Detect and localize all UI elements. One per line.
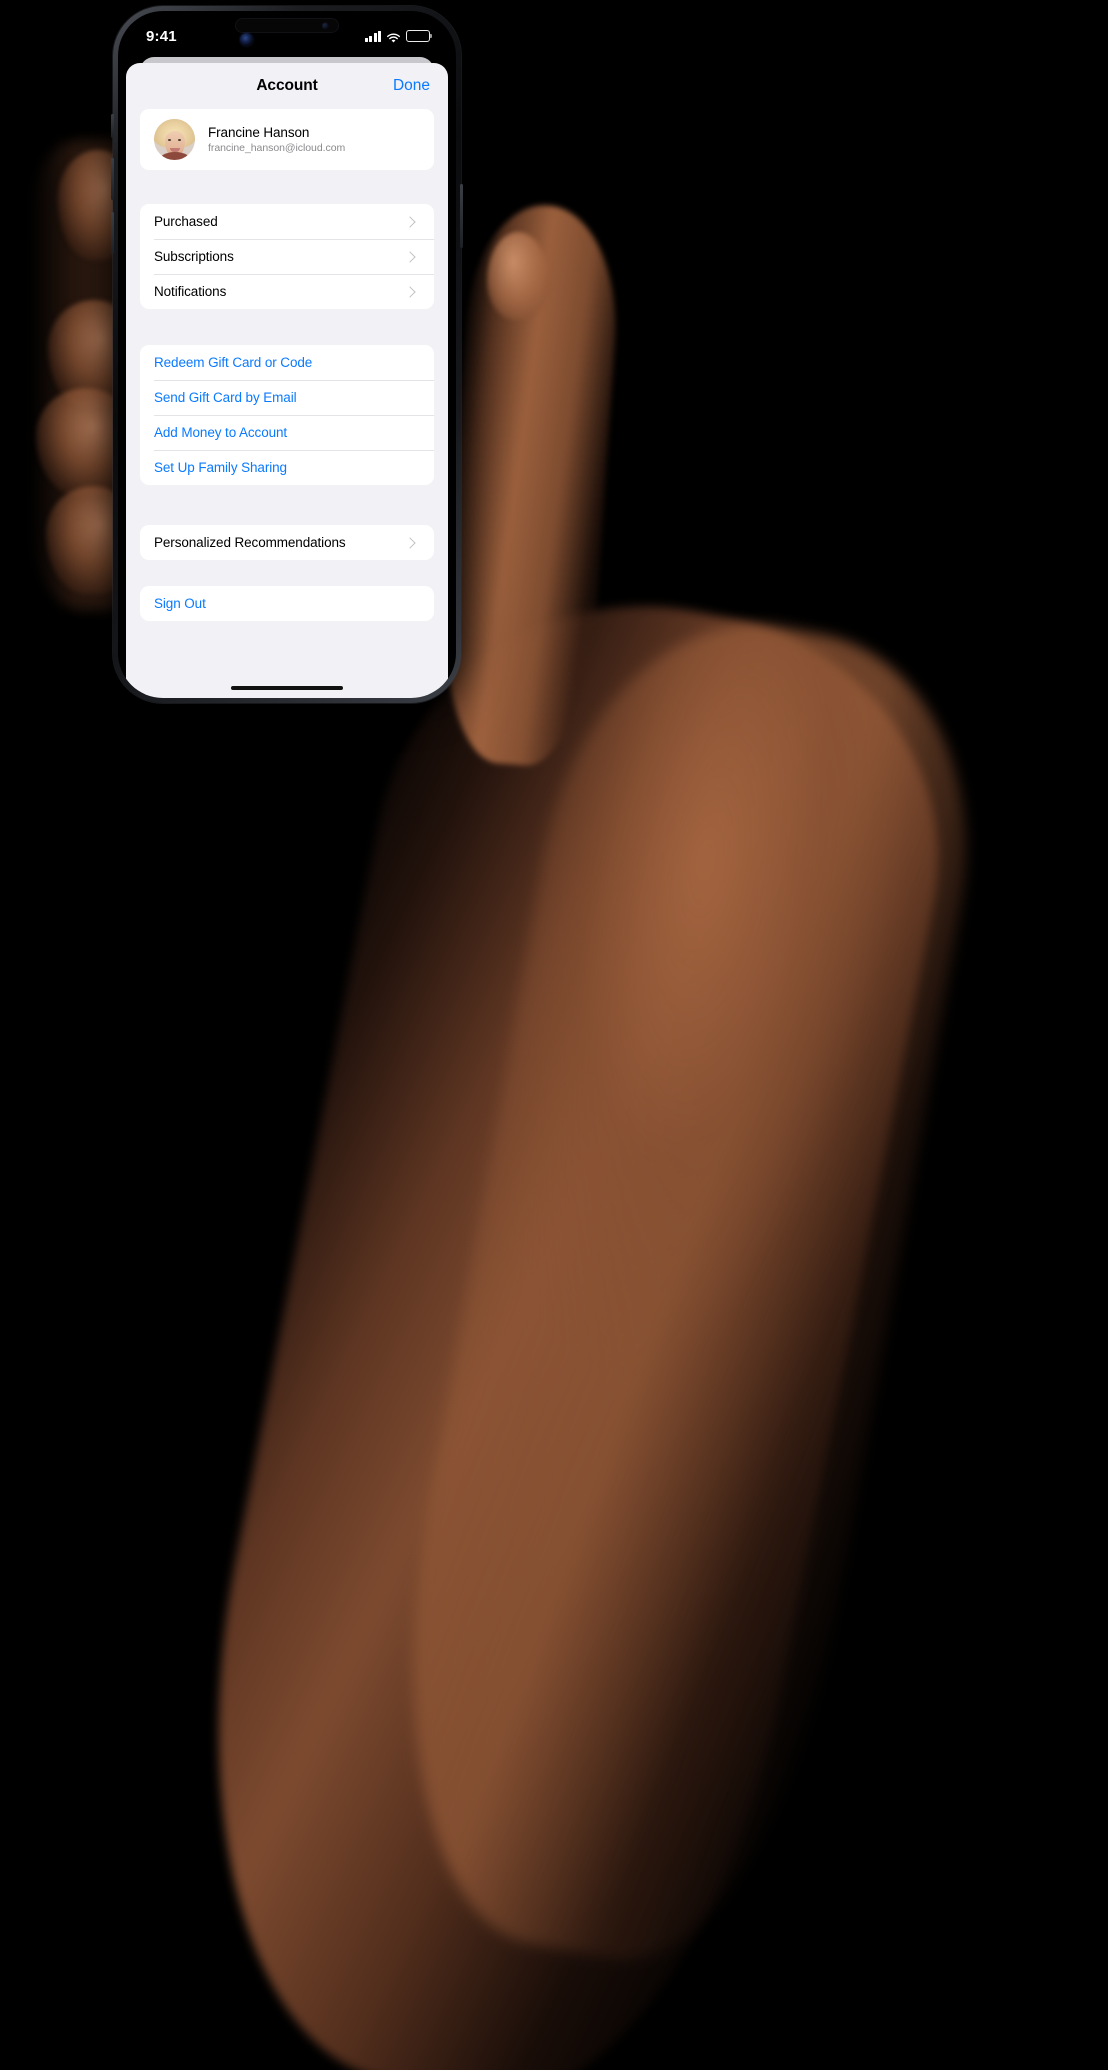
hand-thumbnail bbox=[487, 232, 549, 320]
camera-dot-icon bbox=[322, 22, 329, 29]
actions-group: Redeem Gift Card or Code Send Gift Card … bbox=[140, 345, 434, 485]
done-button[interactable]: Done bbox=[393, 77, 430, 95]
list-item-label: Personalized Recommendations bbox=[154, 535, 346, 550]
page-title: Account bbox=[256, 77, 318, 94]
list-item-notifications[interactable]: Notifications bbox=[140, 274, 434, 309]
dynamic-island bbox=[235, 18, 339, 33]
avatar bbox=[154, 119, 195, 160]
list-item-redeem-gift-card[interactable]: Redeem Gift Card or Code bbox=[140, 345, 434, 380]
status-icons bbox=[364, 24, 430, 43]
volume-down-button[interactable] bbox=[111, 212, 114, 254]
signal-bars-icon bbox=[364, 30, 381, 42]
profile-name: Francine Hanson bbox=[208, 125, 310, 140]
profile-text: Francine Hanson francine_hanson@icloud.c… bbox=[208, 125, 345, 154]
power-button[interactable] bbox=[460, 184, 463, 248]
list-item-label: Send Gift Card by Email bbox=[154, 390, 297, 405]
volume-up-button[interactable] bbox=[111, 158, 114, 200]
list-item-label: Redeem Gift Card or Code bbox=[154, 355, 313, 370]
list-item-send-gift-card-by-email[interactable]: Send Gift Card by Email bbox=[140, 380, 434, 415]
iphone-device: 9:41 Account Done Francine Hanson franci… bbox=[111, 6, 463, 703]
chevron-right-icon bbox=[404, 250, 416, 263]
list-item-label: Purchased bbox=[154, 214, 218, 229]
profile-row[interactable]: Francine Hanson francine_hanson@icloud.c… bbox=[140, 109, 434, 170]
battery-icon bbox=[406, 30, 430, 42]
list-item-personalized-recommendations[interactable]: Personalized Recommendations bbox=[140, 525, 434, 560]
sign-out-button[interactable]: Sign Out bbox=[140, 586, 434, 621]
status-time: 9:41 bbox=[146, 27, 177, 45]
list-item-subscriptions[interactable]: Subscriptions bbox=[140, 239, 434, 274]
sign-out-label: Sign Out bbox=[154, 596, 206, 611]
list-item-add-money-to-account[interactable]: Add Money to Account bbox=[140, 415, 434, 450]
sheet-scroll-content: Francine Hanson francine_hanson@icloud.c… bbox=[126, 109, 448, 621]
chevron-right-icon bbox=[404, 215, 416, 228]
wifi-icon bbox=[386, 31, 401, 43]
recommendations-group: Personalized Recommendations bbox=[140, 525, 434, 560]
chevron-right-icon bbox=[404, 536, 416, 549]
list-item-label: Set Up Family Sharing bbox=[154, 460, 287, 475]
list-item-set-up-family-sharing[interactable]: Set Up Family Sharing bbox=[140, 450, 434, 485]
navigation-group: Purchased Subscriptions Notifications bbox=[140, 204, 434, 309]
chevron-right-icon bbox=[404, 285, 416, 298]
sheet-navigation-bar: Account Done bbox=[126, 63, 448, 109]
profile-group: Francine Hanson francine_hanson@icloud.c… bbox=[140, 109, 434, 170]
list-item-label: Subscriptions bbox=[154, 249, 234, 264]
silent-switch[interactable] bbox=[111, 114, 114, 138]
sign-out-group: Sign Out bbox=[140, 586, 434, 621]
home-indicator[interactable] bbox=[231, 686, 343, 690]
list-item-purchased[interactable]: Purchased bbox=[140, 204, 434, 239]
account-sheet: Account Done Francine Hanson francine_ha… bbox=[126, 63, 448, 698]
phone-screen: 9:41 Account Done Francine Hanson franci… bbox=[118, 11, 456, 698]
list-item-label: Add Money to Account bbox=[154, 425, 288, 440]
profile-email: francine_hanson@icloud.com bbox=[208, 142, 346, 154]
front-camera-icon bbox=[240, 33, 253, 46]
list-item-label: Notifications bbox=[154, 284, 227, 299]
